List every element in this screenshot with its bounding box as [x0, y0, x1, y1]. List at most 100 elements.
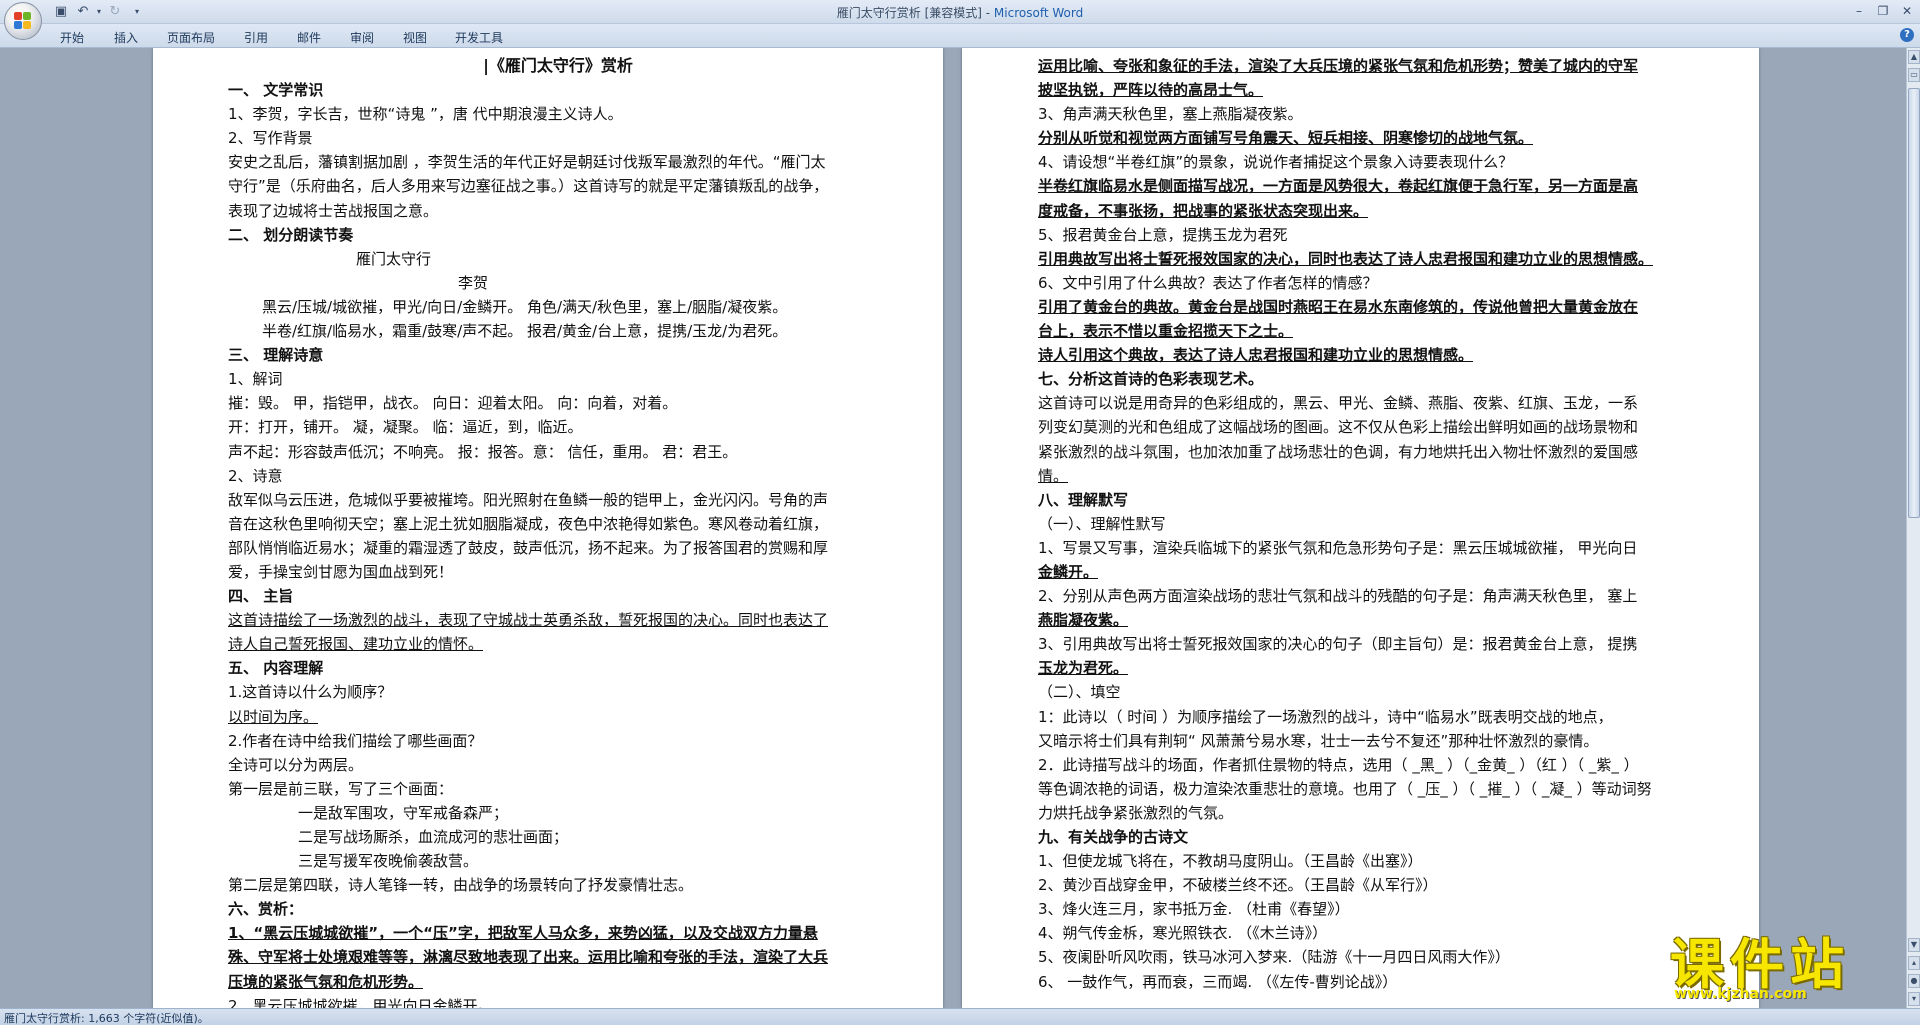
- text-line: 守行”是（乐府曲名，后人多用来写边塞征战之事。）这首诗写的就是平定藩镇叛乱的战争…: [228, 177, 829, 196]
- text-line: 爱，手操宝剑甘愿为国血战到死！: [228, 562, 454, 581]
- text-line: 雁门太守行: [356, 249, 432, 268]
- text-line: 一、 文学常识: [228, 81, 324, 100]
- text-line: 列变幻莫测的光和色组成了这幅战场的图画。这不仅从色彩上描绘出鲜明如画的战场景物和: [1038, 418, 1639, 437]
- text-line: 2.作者在诗中给我们描绘了哪些画面？: [228, 731, 483, 750]
- text-line: 一是敌军围攻，守军戒备森严；: [298, 803, 509, 822]
- text-line: 分别从听觉和视觉两方面铺写号角震天、短兵相接、阴寒惨切的战地气氛。: [1038, 129, 1534, 148]
- text-line: 1、写景又写事，渲染兵临城下的紧张气氛和危急形势句子是：黑云压城城欲摧， 甲光向…: [1038, 538, 1638, 557]
- text-line: 1、但使龙城飞将在，不教胡马度阴山。（王昌龄《出塞》）: [1038, 852, 1423, 871]
- text-line: 音在这秋色里响彻天空；塞上泥土犹如胭脂凝成，夜色中浓艳得如紫色。寒风卷动着红旗，: [228, 514, 829, 533]
- help-icon[interactable]: ?: [1900, 28, 1914, 42]
- tab-page-layout[interactable]: 页面布局: [167, 29, 215, 46]
- text-line: 三是写援军夜晚偷袭敌营。: [298, 852, 479, 871]
- text-line: 压境的紧张气氛和危机形势。: [228, 972, 424, 991]
- tab-mailings[interactable]: 邮件: [297, 29, 321, 46]
- scroll-up-icon[interactable]: ▲: [1908, 50, 1920, 64]
- text-line: （二）、填空: [1038, 683, 1121, 702]
- vertical-scrollbar[interactable]: ▲ ▭ ▼ ▴ ● ▾: [1906, 48, 1920, 1008]
- restore-icon[interactable]: ❐: [1872, 2, 1894, 20]
- text-line: 敌军似乌云压进，危城似乎要被摧垮。阳光照射在鱼鳞一般的铠甲上，金光闪闪。号角的声: [228, 490, 829, 509]
- text-line: 4、朔气传金柝，寒光照铁衣. （《木兰诗》）: [1038, 924, 1328, 943]
- text-line: 七、分析这首诗的色彩表现艺术。: [1038, 370, 1264, 389]
- title-bar: ▣ ↶ ▾ ↻ ▾ 雁门太守行赏析 [兼容模式] - Microsoft Wor…: [0, 0, 1920, 40]
- text-line: 诗人引用这个典故，表达了诗人忠君报国和建功立业的思想情感。: [1038, 346, 1474, 365]
- text-line: 2、黑云压城城欲摧，甲光向日金鳞开。: [228, 996, 493, 1008]
- scrollbar-thumb[interactable]: [1908, 88, 1920, 518]
- text-line: 运用比喻、夸张和象征的手法，渲染了大兵压境的紧张气氛和危机形势；赞美了城内的守军: [1038, 57, 1639, 75]
- watermark-url: www.kjzhan.com: [1674, 986, 1807, 1002]
- text-line: 2．此诗描写战斗的场面，作者抓住景物的特点，选用（ _黑_ ）（_金黄_ ）（红…: [1038, 755, 1639, 774]
- ribbon-tabs: 开始 插入 页面布局 引用 邮件 审阅 视图 开发工具 ?: [0, 24, 1920, 48]
- text-line: 三、 理解诗意: [228, 346, 324, 365]
- text-line: 部队悄悄临近易水；凝重的霜湿透了鼓皮，鼓声低沉，扬不起来。为了报答国君的赏赐和厚: [228, 538, 829, 557]
- text-line: 第一层是前三联，写了三个画面：: [228, 779, 454, 798]
- document-page-1[interactable]: |《雁门太守行》赏析一、 文学常识 1、李贺，字长吉，世称“诗鬼 ”，唐 代中期浪…: [153, 48, 943, 1008]
- text-line: 第二层是第四联，诗人笔锋一转，由战争的场景转向了抒发豪情壮志。: [228, 876, 694, 895]
- text-line: 3、角声满天秋色里，塞上燕脂凝夜紫。: [1038, 105, 1303, 124]
- text-line: 2、写作背景: [228, 129, 313, 148]
- text-line: 力烘托战争紧张激烈的气氛。: [1038, 803, 1234, 822]
- text-line: |《雁门太守行》赏析: [483, 56, 633, 75]
- text-line: 紧张激烈的战斗氛围，也加浓加重了战场悲壮的色调，有力地烘托出入物壮怀激烈的爱国感: [1038, 442, 1639, 461]
- minimize-icon[interactable]: –: [1848, 2, 1870, 20]
- watermark-logo: 课件站 www.kjzhan.com: [1670, 920, 1910, 1008]
- text-line: 1、解词: [228, 370, 283, 389]
- text-line: 黑云/压城/城欲摧，甲光/向日/金鳞开。 角色/满天/秋色里，塞上/胭脂/凝夜紫…: [262, 297, 788, 316]
- text-line: 六、赏析：: [228, 900, 304, 919]
- text-line: 玉龙为君死。: [1038, 659, 1129, 678]
- text-line: 半卷红旗临易水是侧面描写战况，一方面是风势很大，卷起红旗便于急行军，另一方面是高: [1038, 177, 1639, 196]
- text-line: 以时间为序。: [228, 707, 319, 726]
- ruler-toggle-icon[interactable]: ▭: [1908, 68, 1920, 82]
- office-button[interactable]: [4, 2, 42, 40]
- text-line: （一）、理解性默写: [1038, 514, 1166, 533]
- text-line: 4、请设想“半卷红旗”的景象，说说作者捕捉这个景象入诗要表现什么？: [1038, 153, 1514, 172]
- text-line: 诗人自己誓死报国、建功立业的情怀。: [228, 635, 484, 654]
- tab-view[interactable]: 视图: [403, 29, 427, 46]
- text-line: 3、烽火连三月，家书抵万金. （杜甫《春望》）: [1038, 900, 1350, 919]
- text-line: 情。: [1038, 466, 1069, 485]
- text-line: 引用了黄金台的典故。黄金台是战国时燕昭王在易水东南修筑的，传说他曾把大量黄金放在: [1038, 297, 1639, 316]
- text-line: 二是写战场厮杀，血流成河的悲壮画面；: [298, 828, 569, 846]
- close-icon[interactable]: ✕: [1896, 2, 1918, 20]
- tab-insert[interactable]: 插入: [114, 29, 138, 46]
- document-area: |《雁门太守行》赏析一、 文学常识 1、李贺，字长吉，世称“诗鬼 ”，唐 代中期浪…: [0, 48, 1906, 1008]
- tab-home[interactable]: 开始: [60, 29, 84, 46]
- tab-review[interactable]: 审阅: [350, 29, 374, 46]
- text-line: 四、 主旨: [228, 587, 294, 606]
- text-line: 2、诗意: [228, 466, 283, 485]
- text-line: 6、 一鼓作气，再而衰，三而竭. （《左传-曹刿论战》）: [1038, 972, 1398, 991]
- tab-developer[interactable]: 开发工具: [455, 29, 503, 46]
- text-line: 殊、守军将士处境艰难等等，淋漓尽致地表现了出来。运用比喻和夸张的手法，渲染了大兵: [228, 948, 829, 967]
- text-line: 6、文中引用了什么典故？表达了作者怎样的情感？: [1038, 273, 1378, 292]
- window-title: 雁门太守行赏析 [兼容模式] - Microsoft Word: [836, 6, 1084, 20]
- tab-references[interactable]: 引用: [244, 29, 268, 46]
- text-line: 这首诗可以说是用奇异的色彩组成的，黑云、甲光、金鳞、燕脂、夜紫、红旗、玉龙，一系: [1038, 394, 1639, 413]
- text-line: 安史之乱后，藩镇割据加剧 ，李贺生活的年代正好是朝廷讨伐叛军最激烈的年代。“雁门…: [228, 153, 826, 172]
- office-logo-icon: [14, 12, 32, 30]
- text-line: 又暗示将士们具有荆轲“ 风萧萧兮易水寒，壮士一去兮不复还”那种壮怀激烈的豪情。: [1038, 731, 1599, 750]
- text-line: 台上，表示不惜以重金招揽天下之士。: [1038, 322, 1294, 341]
- document-page-2[interactable]: 运用比喻、夸张和象征的手法，渲染了大兵压境的紧张气氛和危机形势；赞美了城内的守军…: [962, 48, 1759, 1008]
- text-line: 1.这首诗以什么为顺序？: [228, 683, 393, 702]
- text-line: 披坚执锐，严阵以待的高昂士气。: [1038, 81, 1264, 100]
- page-1-text: |《雁门太守行》赏析一、 文学常识 1、李贺，字长吉，世称“诗鬼 ”，唐 代中期浪…: [228, 54, 888, 1008]
- text-line: 燕脂凝夜紫。: [1038, 611, 1129, 630]
- text-line: 九、有关战争的古诗文: [1038, 828, 1189, 846]
- text-line: 半卷/红旗/临易水，霜重/鼓寒/声不起。 报君/黄金/台上意，提携/玉龙/为君死…: [262, 322, 788, 341]
- text-line: 全诗可以分为两层。: [228, 755, 364, 774]
- text-line: 1、“黑云压城城欲摧”，一个“压”字，把敌军人马众多，来势凶猛，以及交战双方力量…: [228, 924, 818, 943]
- text-line: 5、夜阑卧听风吹雨，铁马冰河入梦来.（陆游《十一月四日风雨大作》）: [1038, 948, 1510, 967]
- status-bar: 雁门太守行赏析: 1,663 个字符(近似值)。: [0, 1008, 1920, 1025]
- text-line: 引用典故写出将士誓死报效国家的决心，同时也表达了诗人忠君报国和建功立业的思想情感…: [1038, 249, 1654, 268]
- text-line: 二、 划分朗读节奏: [228, 225, 354, 244]
- text-line: 2、分别从声色两方面渲染战场的悲壮气氛和战斗的残酷的句子是：角声满天秋色里， 塞…: [1038, 587, 1638, 606]
- text-line: 李贺: [458, 273, 489, 292]
- text-line: 五、 内容理解: [228, 659, 324, 678]
- word-count-status[interactable]: 雁门太守行赏析: 1,663 个字符(近似值)。: [4, 1010, 209, 1025]
- text-line: 1、李贺，字长吉，世称“诗鬼 ”，唐 代中期浪漫主义诗人。: [228, 105, 623, 124]
- text-line: 等色调浓艳的词语，极力渲染浓重悲壮的意境。也用了（ _压_ ）（ _摧_ ）（ …: [1038, 779, 1652, 798]
- text-line: 摧：毁。 甲，指铠甲，战衣。 向日：迎着太阳。 向：向着，对着。: [228, 394, 678, 413]
- text-line: 度戒备，不事张扬，把战事的紧张状态突现出来。: [1038, 201, 1369, 220]
- text-line: 开：打开，铺开。 凝，凝聚。 临：逼近，到，临近。: [228, 418, 583, 437]
- text-line: 八、理解默写: [1038, 490, 1129, 509]
